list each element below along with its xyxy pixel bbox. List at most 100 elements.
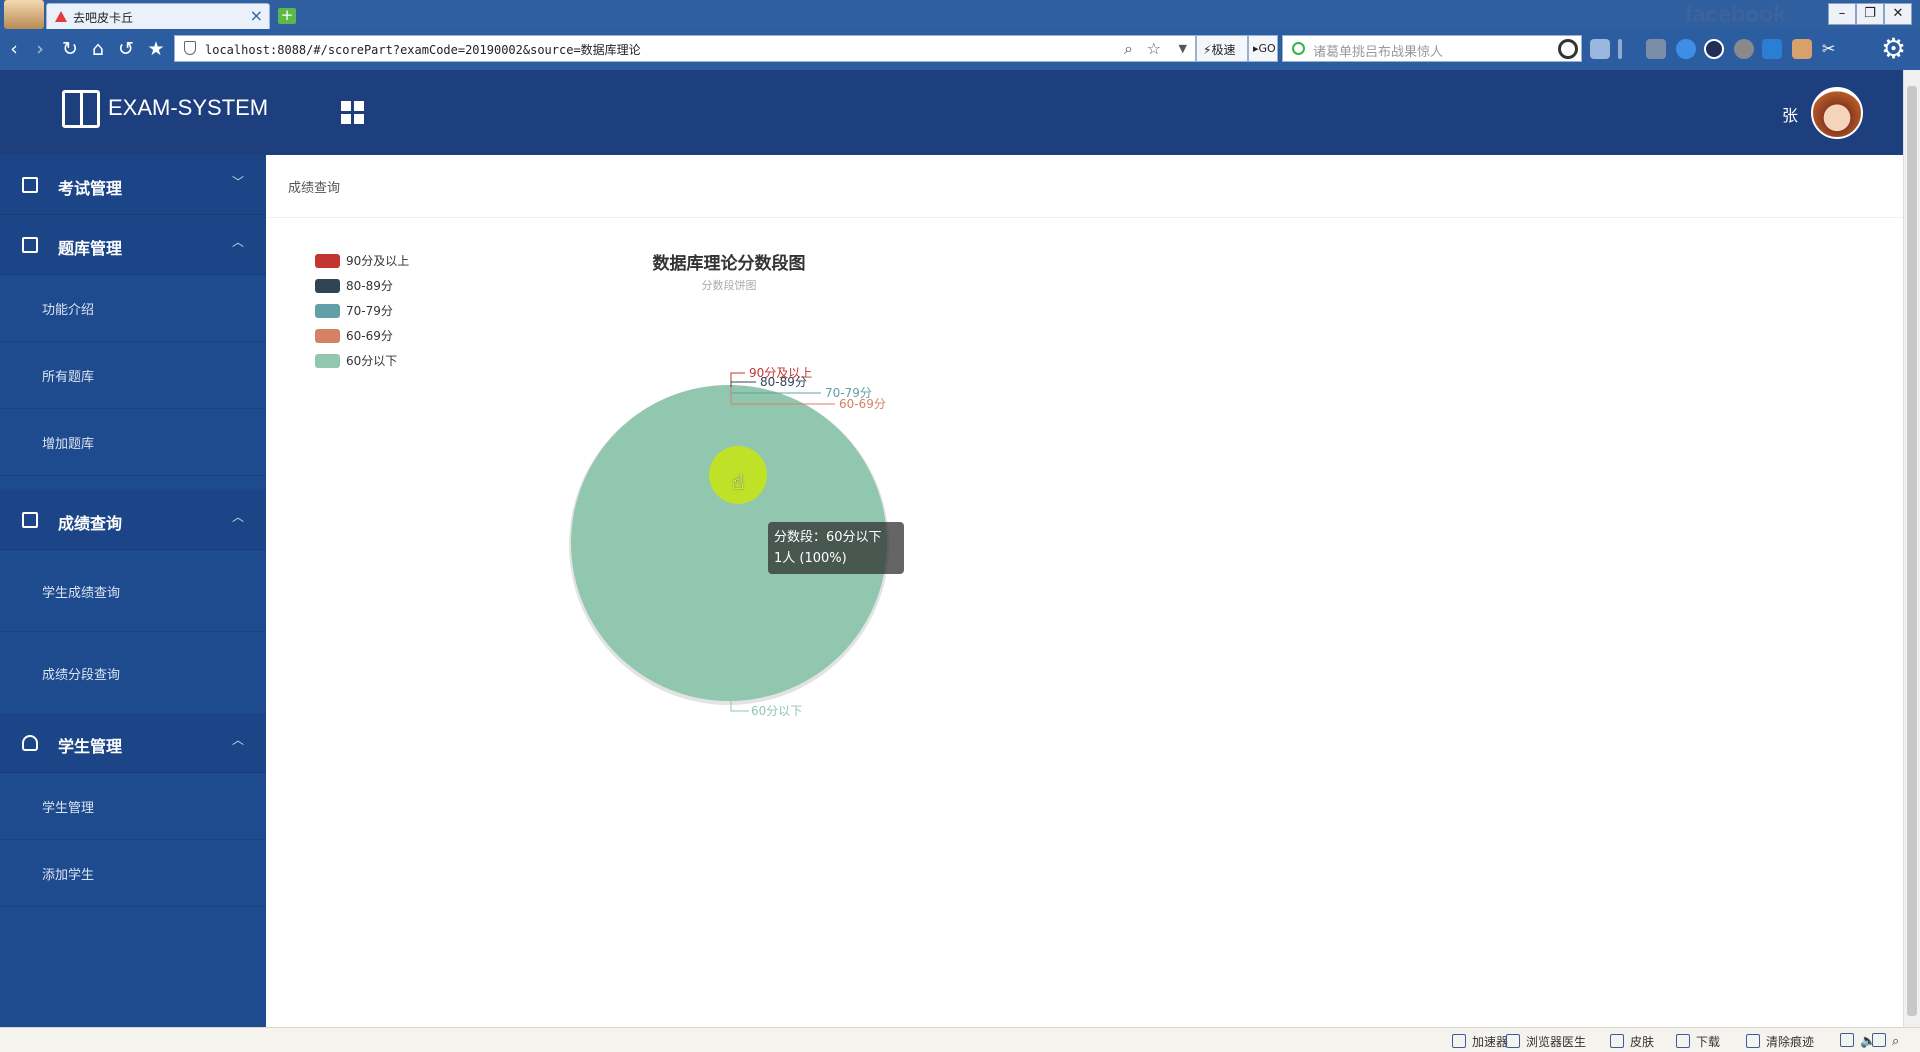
refresh-icon[interactable]: ↻ [58,37,82,61]
tab-title: 去吧皮卡丘 [73,11,134,25]
favorites-star-icon[interactable]: ★ [144,37,168,61]
accelerator-button[interactable]: 加速器 [1452,1033,1508,1050]
sidebar-item-label: 添加学生 [42,868,95,883]
zoom-status-icon[interactable]: ⌕ [1872,1033,1899,1049]
vertical-scrollbar[interactable] [1903,70,1920,1027]
chevron-up-icon: ︿ [231,733,244,747]
sidebar-item-score-segments[interactable]: 成绩分段查询 [0,632,266,714]
home-icon[interactable]: ⌂ [86,37,110,61]
keyboard-icon [22,512,38,528]
sidebar-item-all-banks[interactable]: 所有题库 [0,342,266,409]
image-icon[interactable] [1792,39,1812,59]
book-icon [62,90,100,128]
zoom-icon[interactable]: ⌕ [1124,39,1133,59]
app-header: EXAM-SYSTEM 张 [0,70,1903,155]
slice-label: 60分以下 [751,704,802,718]
close-window-icon[interactable]: ✕ [1884,3,1912,25]
separator-icon [1618,39,1622,59]
search-input[interactable]: 诸葛单挑吕布战果惊人 [1282,35,1582,62]
download-button[interactable]: 下载 [1676,1033,1720,1050]
search-engine-icon [1292,42,1305,55]
document-icon [22,237,38,253]
ie-icon[interactable] [1704,39,1724,59]
sidebar-group-label: 成绩查询 [58,514,123,533]
legend-label: 80-89分 [346,279,393,293]
circle-icon[interactable] [1734,39,1754,59]
legend-swatch [315,354,340,368]
tab-favicon-icon [55,11,67,22]
sidebar-item-student-scores[interactable]: 学生成绩查询 [0,550,266,632]
settings-gear-icon[interactable]: ⚙ [1881,34,1906,64]
hand-cursor-icon: ☝ [732,470,745,494]
brand[interactable]: EXAM-SYSTEM [62,90,268,128]
minimize-icon[interactable]: – [1828,3,1856,25]
skin-button[interactable]: 皮肤 [1610,1033,1654,1050]
sidebar-item-label: 成绩分段查询 [42,668,121,683]
sidebar-group-student-management[interactable]: 学生管理 ︿ [0,713,266,773]
sidebar-group-label: 考试管理 [58,179,123,198]
list-icon [22,177,38,193]
browser-tab[interactable]: 去吧皮卡丘 × [46,3,270,29]
chart-subtitle: 分数段饼图 [702,278,757,292]
sidebar-item-student-management[interactable]: 学生管理 [0,773,266,840]
new-tab-button[interactable]: + [278,8,296,24]
legend-swatch [315,279,340,293]
tab-close-icon[interactable]: × [250,6,263,25]
legend-swatch [315,329,340,343]
sidebar-group-score-query[interactable]: 成绩查询 ︿ [0,490,266,550]
facebook-watermark: facebook [1685,1,1786,27]
bookmark-star-icon[interactable]: ☆ [1147,39,1161,58]
legend-label: 70-79分 [346,304,393,318]
sidebar-group-exam-management[interactable]: 考试管理 ﹀ [0,155,266,215]
extension-icon[interactable] [1590,39,1610,59]
browser-logo-icon[interactable] [4,0,44,29]
browser-toolbar: ‹ › ↻ ⌂ ↺ ★ localhost:8088/#/scorePart?e… [0,29,1920,70]
sidebar-item-label: 学生成绩查询 [42,586,121,601]
go-button[interactable]: ▸GO [1248,35,1278,62]
sidebar-group-label: 学生管理 [58,737,123,756]
forward-icon[interactable]: › [28,37,52,61]
wifi-icon[interactable] [1676,39,1696,59]
avatar[interactable] [1811,87,1863,139]
restore-icon[interactable]: ❐ [1856,3,1884,25]
address-url[interactable]: localhost:8088/#/scorePart?examCode=2019… [205,43,641,57]
blue-extension-icon[interactable] [1762,39,1782,59]
dropdown-arrow-icon[interactable]: ▼ [1179,42,1187,55]
user-name[interactable]: 张 [1782,102,1798,126]
chart-title: 数据库理论分数段图 [653,253,806,274]
sidebar-item-label: 所有题库 [42,370,95,385]
apps-grid-icon[interactable] [341,101,364,124]
chevron-up-icon: ︿ [231,510,244,524]
legend-swatch [315,254,340,268]
sidebar-item-add-student[interactable]: 添加学生 [0,840,266,907]
volume-icon[interactable]: 🔈 [1840,1033,1876,1049]
clear-history-button[interactable]: 清除痕迹 [1746,1033,1814,1050]
slice-label: 80-89分 [760,375,807,389]
recycle-icon[interactable] [1646,39,1666,59]
speed-mode-button[interactable]: ⚡极速 [1196,35,1248,62]
speed-mode-label: 极速 [1211,43,1236,57]
pie-chart: 数据库理论分数段图分数段饼图 90分及以上 80-89分 70-79分 60-69分 60… [315,253,889,718]
scissors-icon[interactable]: ✂ [1822,39,1842,59]
browser-doctor-button[interactable]: 浏览器医生 [1506,1033,1586,1050]
search-icon[interactable] [1558,39,1578,59]
status-bar: 加速器 浏览器医生 皮肤 下载 清除痕迹 🔈 ⌕ [0,1027,1920,1052]
brand-name: EXAM-SYSTEM [108,94,269,120]
tooltip-line-2: 1人 (100%) [774,551,847,566]
go-label: GO [1258,42,1276,55]
chevron-down-icon: ﹀ [231,175,244,189]
address-bar[interactable]: localhost:8088/#/scorePart?examCode=2019… [174,35,1196,62]
undo-icon[interactable]: ↺ [114,37,138,61]
search-placeholder: 诸葛单挑吕布战果惊人 [1313,45,1444,60]
chevron-up-icon: ︿ [231,235,244,249]
legend-swatch [315,304,340,318]
sidebar-item-feature-intro[interactable]: 功能介绍 [0,275,266,342]
sidebar-group-question-bank[interactable]: 题库管理 ︿ [0,215,266,275]
user-icon [22,735,38,751]
back-icon[interactable]: ‹ [2,37,26,61]
main-content: 成绩查询 数据库理论分数段图 分数段饼图 90分及以上 80-89分 70-79分 60-… [266,155,1903,1027]
sidebar-item-add-bank[interactable]: 增加题库 [0,409,266,476]
scrollbar-thumb[interactable] [1907,86,1917,1016]
chart-tooltip: 分数段：60分以下 1人 (100%) [768,522,904,574]
browser-tab-bar: 去吧皮卡丘 × + facebook – ❐ ✕ [0,0,1920,29]
